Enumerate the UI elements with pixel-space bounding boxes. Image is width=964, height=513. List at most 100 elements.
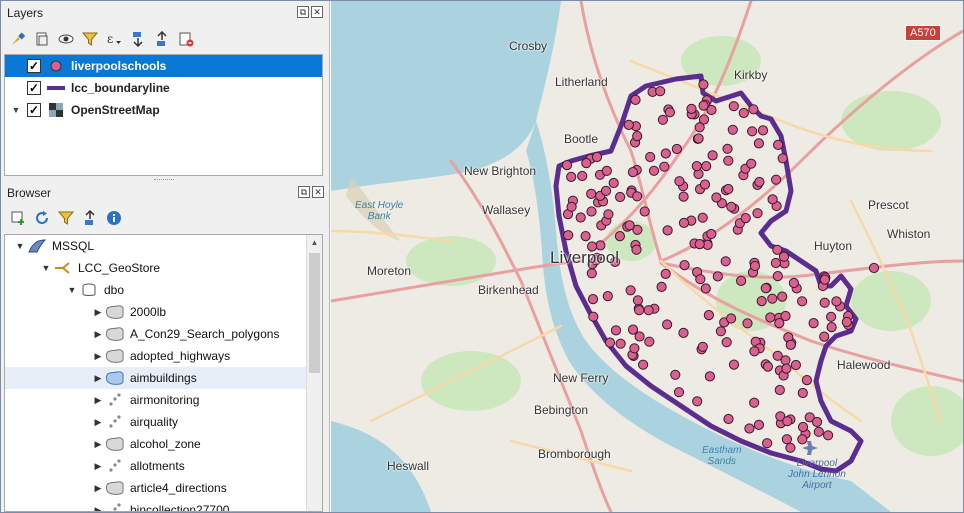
school-point[interactable] <box>614 231 625 242</box>
browser-item-a-con29-search-polygons[interactable]: ▶ A_Con29_Search_polygons <box>5 323 322 345</box>
school-point[interactable] <box>662 225 673 236</box>
school-point[interactable] <box>749 397 760 408</box>
school-point[interactable] <box>697 341 708 352</box>
school-point[interactable] <box>698 79 709 90</box>
school-point[interactable] <box>752 208 763 219</box>
layer-visibility-checkbox[interactable]: ✓ <box>27 59 41 73</box>
chevron-right-icon[interactable]: ▶ <box>91 417 105 428</box>
school-point[interactable] <box>691 161 702 172</box>
school-point[interactable] <box>785 442 796 453</box>
school-point[interactable] <box>634 305 645 316</box>
school-point[interactable] <box>726 313 737 324</box>
layer-row-lcc-boundaryline[interactable]: ✓ lcc_boundaryline <box>5 77 322 99</box>
school-point[interactable] <box>749 346 760 357</box>
chevron-right-icon[interactable]: ▶ <box>91 439 105 450</box>
school-point[interactable] <box>632 131 643 142</box>
school-point[interactable] <box>639 206 650 217</box>
school-point[interactable] <box>715 326 726 337</box>
scrollbar-thumb[interactable] <box>309 253 320 373</box>
school-point[interactable] <box>728 101 739 112</box>
school-point[interactable] <box>580 231 591 242</box>
chevron-right-icon[interactable]: ▶ <box>91 373 105 384</box>
school-point[interactable] <box>738 107 749 119</box>
school-point[interactable] <box>602 291 613 302</box>
school-point[interactable] <box>773 139 784 150</box>
school-point[interactable] <box>700 283 711 294</box>
layer-visibility-checkbox[interactable]: ✓ <box>27 103 41 117</box>
collapse-all-icon[interactable] <box>153 30 171 48</box>
school-point[interactable] <box>771 174 782 185</box>
school-point[interactable] <box>610 325 622 336</box>
school-point[interactable] <box>777 153 788 164</box>
browser-item-alcohol-zone[interactable]: ▶ alcohol_zone <box>5 433 322 455</box>
browser-item-airmonitoring[interactable]: ▶ airmonitoring <box>5 389 322 411</box>
school-point[interactable] <box>727 124 738 135</box>
school-point[interactable] <box>673 387 685 398</box>
school-point[interactable] <box>723 183 734 195</box>
school-point[interactable] <box>678 217 690 228</box>
browser-item-2000lb[interactable]: ▶ 2000lb <box>5 301 322 323</box>
school-point[interactable] <box>770 257 781 269</box>
school-point[interactable] <box>657 114 668 125</box>
filter-icon[interactable] <box>81 30 99 48</box>
school-point[interactable] <box>712 271 723 282</box>
school-point[interactable] <box>785 339 796 350</box>
map-canvas[interactable]: A570 Crosby Kirkby Litherland Bootle New… <box>331 1 963 512</box>
chevron-down-icon[interactable]: ▼ <box>39 263 53 273</box>
school-point[interactable] <box>586 188 597 199</box>
expand-all-icon[interactable] <box>129 30 147 48</box>
school-point[interactable] <box>742 318 753 329</box>
layer-row-openstreetmap[interactable]: ▼ ✓ OpenStreetMap <box>5 99 322 121</box>
float-icon[interactable]: ⧉ <box>298 186 310 198</box>
style-brush-icon[interactable] <box>9 30 27 48</box>
chevron-right-icon[interactable]: ▶ <box>91 395 105 406</box>
school-point[interactable] <box>623 119 634 131</box>
school-point[interactable] <box>744 423 755 434</box>
school-point[interactable] <box>722 143 733 154</box>
browser-item-mssql[interactable]: ▼ MSSQL <box>5 235 322 257</box>
school-point[interactable] <box>674 176 685 187</box>
school-point[interactable] <box>656 281 667 292</box>
school-point[interactable] <box>694 239 705 250</box>
school-point[interactable] <box>765 312 776 323</box>
school-point[interactable] <box>698 114 710 125</box>
browser-item-dbo[interactable]: ▼ dbo <box>5 279 322 301</box>
school-point[interactable] <box>630 94 641 106</box>
school-point[interactable] <box>813 426 824 437</box>
school-point[interactable] <box>746 158 757 169</box>
school-point[interactable] <box>819 274 830 285</box>
school-point[interactable] <box>671 143 682 155</box>
school-point[interactable] <box>797 421 809 433</box>
school-point[interactable] <box>774 384 785 396</box>
school-point[interactable] <box>645 151 656 163</box>
close-icon[interactable]: ✕ <box>312 186 324 198</box>
close-icon[interactable]: ✕ <box>311 6 323 18</box>
school-point[interactable] <box>711 192 722 203</box>
remove-layer-icon[interactable] <box>177 30 195 48</box>
school-point[interactable] <box>643 305 654 316</box>
filter-icon[interactable] <box>57 209 75 227</box>
school-point[interactable] <box>826 311 837 322</box>
school-point[interactable] <box>634 331 645 342</box>
school-point[interactable] <box>797 387 808 399</box>
school-point[interactable] <box>655 86 666 97</box>
chevron-right-icon[interactable]: ▶ <box>91 351 105 362</box>
school-point[interactable] <box>678 191 689 202</box>
float-icon[interactable]: ⧉ <box>297 6 309 18</box>
school-point[interactable] <box>695 274 706 285</box>
school-point[interactable] <box>749 260 761 272</box>
chevron-right-icon[interactable]: ▶ <box>91 505 105 512</box>
school-point[interactable] <box>819 297 830 308</box>
school-point[interactable] <box>723 155 734 166</box>
school-point[interactable] <box>826 322 837 333</box>
school-point[interactable] <box>601 165 612 176</box>
chevron-right-icon[interactable]: ▶ <box>91 461 105 472</box>
school-point[interactable] <box>747 126 758 137</box>
school-point[interactable] <box>648 165 660 176</box>
school-point[interactable] <box>625 285 636 296</box>
school-point[interactable] <box>659 161 670 172</box>
school-point[interactable] <box>753 419 764 430</box>
school-point[interactable] <box>723 413 734 425</box>
school-point[interactable] <box>678 327 689 338</box>
school-point[interactable] <box>615 338 626 349</box>
